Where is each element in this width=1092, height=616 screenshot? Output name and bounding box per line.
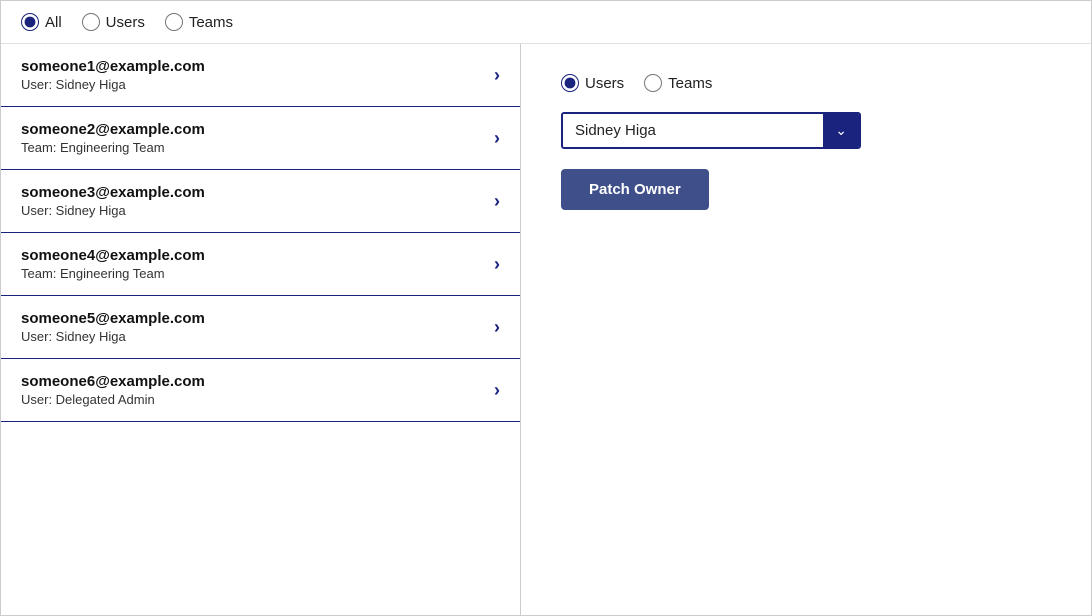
list-item[interactable]: someone3@example.com User: Sidney Higa ›	[1, 170, 520, 233]
list-item-sub-2: User: Sidney Higa	[21, 203, 205, 218]
list-item-sub-5: User: Delegated Admin	[21, 392, 205, 407]
list-item[interactable]: someone2@example.com Team: Engineering T…	[1, 107, 520, 170]
list-item[interactable]: someone5@example.com User: Sidney Higa ›	[1, 296, 520, 359]
list-item-text-0: someone1@example.com User: Sidney Higa	[21, 58, 205, 92]
list-item-email-5: someone6@example.com	[21, 373, 205, 390]
list-item[interactable]: someone1@example.com User: Sidney Higa ›	[1, 44, 520, 107]
owner-select[interactable]: Sidney Higa Engineering Team Delegated A…	[563, 114, 823, 147]
patch-owner-button[interactable]: Patch Owner	[561, 169, 709, 210]
right-panel: Users Teams Sidney Higa Engineering Team…	[521, 44, 1091, 615]
list-item-email-1: someone2@example.com	[21, 121, 205, 138]
radio-teams[interactable]: Teams	[165, 13, 233, 31]
dropdown-row: Sidney Higa Engineering Team Delegated A…	[561, 112, 1051, 149]
list-item-email-0: someone1@example.com	[21, 58, 205, 75]
dropdown-wrapper: Sidney Higa Engineering Team Delegated A…	[561, 112, 861, 149]
list-item-sub-1: Team: Engineering Team	[21, 140, 205, 155]
list-item-sub-3: Team: Engineering Team	[21, 266, 205, 281]
radio-users[interactable]: Users	[82, 13, 145, 31]
list-item-chevron-4: ›	[494, 317, 500, 338]
content-area: someone1@example.com User: Sidney Higa ›…	[1, 44, 1091, 615]
radio-users-input[interactable]	[82, 13, 100, 31]
radio-all-input[interactable]	[21, 13, 39, 31]
radio-users-label: Users	[106, 14, 145, 31]
list-item-chevron-5: ›	[494, 380, 500, 401]
right-radio-users-label: Users	[585, 75, 624, 92]
radio-teams-input[interactable]	[165, 13, 183, 31]
right-radio-teams[interactable]: Teams	[644, 74, 712, 92]
right-radio-users-input[interactable]	[561, 74, 579, 92]
list-item-sub-4: User: Sidney Higa	[21, 329, 205, 344]
list-item-text-2: someone3@example.com User: Sidney Higa	[21, 184, 205, 218]
right-radio-teams-input[interactable]	[644, 74, 662, 92]
list-item-email-2: someone3@example.com	[21, 184, 205, 201]
chevron-down-icon: ⌄	[835, 122, 847, 139]
list-item-chevron-1: ›	[494, 128, 500, 149]
right-radio-teams-label: Teams	[668, 75, 712, 92]
list-item-sub-0: User: Sidney Higa	[21, 77, 205, 92]
list-item[interactable]: someone6@example.com User: Delegated Adm…	[1, 359, 520, 422]
radio-all-label: All	[45, 14, 62, 31]
left-panel: someone1@example.com User: Sidney Higa ›…	[1, 44, 521, 615]
radio-all[interactable]: All	[21, 13, 62, 31]
main-container: All Users Teams someone1@example.com Use…	[0, 0, 1092, 616]
top-radio-group: All Users Teams	[21, 13, 233, 31]
top-filter-bar: All Users Teams	[1, 1, 1091, 44]
list-item[interactable]: someone4@example.com Team: Engineering T…	[1, 233, 520, 296]
list-item-text-5: someone6@example.com User: Delegated Adm…	[21, 373, 205, 407]
radio-teams-label: Teams	[189, 14, 233, 31]
right-radio-users[interactable]: Users	[561, 74, 624, 92]
list-item-text-4: someone5@example.com User: Sidney Higa	[21, 310, 205, 344]
list-item-chevron-0: ›	[494, 65, 500, 86]
right-filter-bar: Users Teams	[561, 74, 1051, 92]
list-item-text-1: someone2@example.com Team: Engineering T…	[21, 121, 205, 155]
list-item-chevron-2: ›	[494, 191, 500, 212]
list-item-email-3: someone4@example.com	[21, 247, 205, 264]
dropdown-arrow-button[interactable]: ⌄	[823, 114, 859, 147]
list-item-text-3: someone4@example.com Team: Engineering T…	[21, 247, 205, 281]
list-item-email-4: someone5@example.com	[21, 310, 205, 327]
list-item-chevron-3: ›	[494, 254, 500, 275]
